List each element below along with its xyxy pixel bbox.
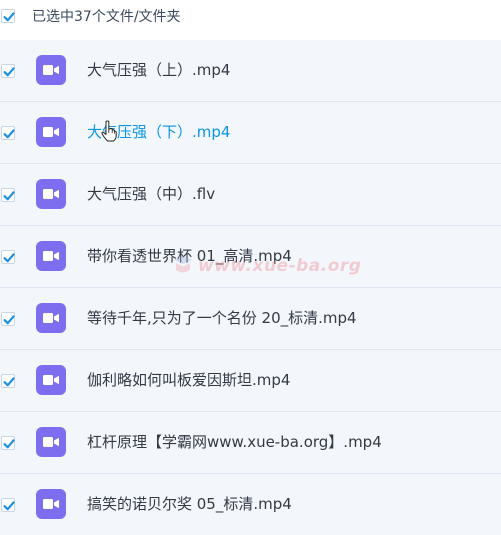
- file-checkbox[interactable]: [1, 188, 15, 202]
- check-icon: [3, 67, 15, 77]
- file-checkbox[interactable]: [1, 64, 15, 78]
- file-list: 大气压强（上）.mp4 大气压强（下）.mp4 大气压强（中）.flv 带你看透…: [0, 40, 501, 535]
- file-checkbox[interactable]: [1, 436, 15, 450]
- file-checkbox[interactable]: [1, 250, 15, 264]
- file-row[interactable]: 搞笑的诺贝尔奖 05_标清.mp4: [0, 474, 501, 535]
- file-name-link[interactable]: 带你看透世界杯 01_高清.mp4: [87, 247, 292, 266]
- select-all-checkbox[interactable]: [1, 9, 15, 23]
- file-name-link[interactable]: 等待千年,只为了一个名份 20_标清.mp4: [87, 309, 357, 328]
- file-checkbox[interactable]: [1, 126, 15, 140]
- check-icon: [3, 253, 15, 263]
- file-name-link[interactable]: 搞笑的诺贝尔奖 05_标清.mp4: [87, 495, 292, 514]
- file-list-panel: 已选中37个文件/文件夹 大气压强（上）.mp4 大气压强（下）.mp4 大气压…: [0, 0, 501, 535]
- file-name-link[interactable]: 杠杆原理【学霸网www.xue-ba.org】.mp4: [87, 433, 382, 452]
- video-file-icon: [36, 303, 66, 333]
- video-file-icon: [36, 179, 66, 209]
- check-icon: [3, 129, 15, 139]
- video-file-icon: [36, 427, 66, 457]
- check-icon: [3, 377, 15, 387]
- file-row[interactable]: 等待千年,只为了一个名份 20_标清.mp4: [0, 288, 501, 350]
- check-icon: [3, 501, 15, 511]
- video-file-icon: [36, 365, 66, 395]
- video-file-icon: [36, 241, 66, 271]
- check-icon: [3, 439, 15, 449]
- file-row[interactable]: 伽利略如何叫板爱因斯坦.mp4: [0, 350, 501, 412]
- selection-header: 已选中37个文件/文件夹: [0, 0, 501, 40]
- video-file-icon: [36, 117, 66, 147]
- file-name-link[interactable]: 大气压强（上）.mp4: [87, 61, 230, 80]
- file-row[interactable]: 大气压强（上）.mp4: [0, 40, 501, 102]
- check-icon: [3, 315, 15, 325]
- check-icon: [3, 12, 15, 22]
- file-name-link[interactable]: 大气压强（中）.flv: [87, 185, 215, 204]
- file-checkbox[interactable]: [1, 498, 15, 512]
- file-checkbox[interactable]: [1, 312, 15, 326]
- file-row[interactable]: 大气压强（中）.flv: [0, 164, 501, 226]
- file-row[interactable]: 带你看透世界杯 01_高清.mp4: [0, 226, 501, 288]
- check-icon: [3, 191, 15, 201]
- file-checkbox[interactable]: [1, 374, 15, 388]
- video-file-icon: [36, 55, 66, 85]
- file-name-link[interactable]: 伽利略如何叫板爱因斯坦.mp4: [87, 371, 290, 390]
- file-name-link[interactable]: 大气压强（下）.mp4: [87, 123, 230, 142]
- selection-count-text: 已选中37个文件/文件夹: [32, 9, 181, 25]
- file-row[interactable]: 大气压强（下）.mp4: [0, 102, 501, 164]
- file-row[interactable]: 杠杆原理【学霸网www.xue-ba.org】.mp4: [0, 412, 501, 474]
- video-file-icon: [36, 489, 66, 519]
